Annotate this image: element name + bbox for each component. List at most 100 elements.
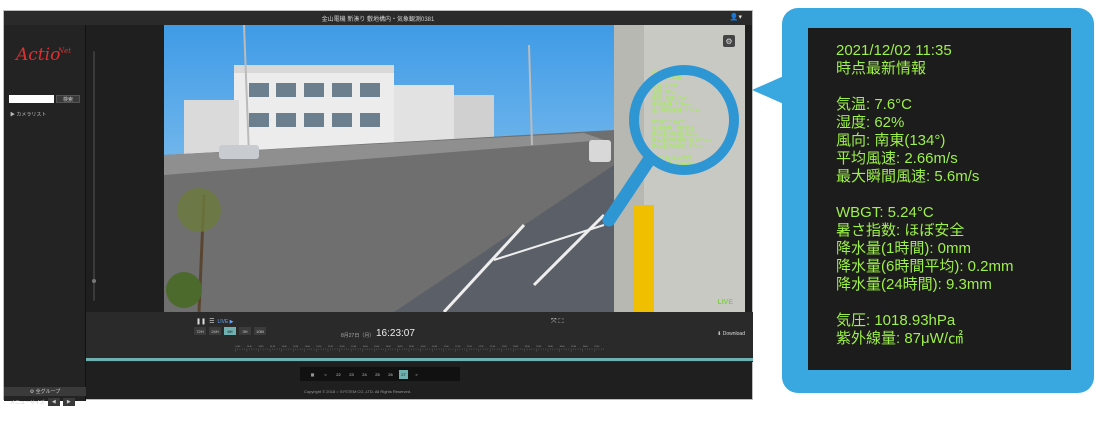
timeline-tick-label: 19:10 (594, 346, 599, 348)
zoom-10m-button[interactable]: 10M (254, 327, 266, 335)
zoom-72h-button[interactable]: 72H (194, 327, 206, 335)
timeline-progress[interactable] (86, 358, 753, 361)
menu-size-prev-button[interactable]: ◀ (47, 398, 60, 406)
zoom-3h-button[interactable]: 3H (239, 327, 251, 335)
pager-prev-button[interactable]: < (321, 370, 330, 379)
time-label: 16:23:07 (376, 328, 415, 339)
timeline-tick-label: 15:30 (340, 346, 345, 348)
timeline-tick-label: 18:50 (571, 346, 576, 348)
timeline-tick-label: 17:40 (490, 346, 495, 348)
svg-text:降水量(24時間): 9.3mm: 降水量(24時間): 9.3mm (652, 143, 704, 150)
menu-size-control: メニューサイズ ◀ ▶ (4, 397, 86, 407)
timeline-tick-label: 14:40 (282, 346, 287, 348)
live-button[interactable]: LIVE ▶ (217, 319, 233, 325)
camera-view[interactable]: 2021/12/02 11:35 時点最新情報 気温: 7.6°C 湿度: 62… (164, 25, 745, 312)
timeline-tick-label: 15:00 (305, 346, 310, 348)
timeline-tick-label: 17:10 (455, 346, 460, 348)
timeline-tick-label: 18:20 (536, 346, 541, 348)
info-line: 暑さ指数: ほぼ安全 (836, 222, 965, 239)
info-line: 気温: 7.6°C (836, 96, 913, 113)
pager-next-button[interactable]: > (412, 370, 421, 379)
timeline-tick-label: 16:10 (386, 346, 391, 348)
search-button[interactable]: 検索 (56, 95, 80, 103)
timeline-tick-label: 15:40 (351, 346, 356, 348)
camera-image: 2021/12/02 11:35 時点最新情報 気温: 7.6°C 湿度: 62… (164, 25, 745, 312)
timeline-tick-label: 14:10 (247, 346, 252, 348)
info-line: 気圧: 1018.93hPa (836, 312, 956, 329)
info-line: 降水量(6時間平均): 0.2mm (836, 258, 1014, 275)
timeline-tick-label: 14:30 (270, 346, 275, 348)
pager: ▦ < 22 23 24 25 26 27 > (300, 367, 460, 381)
info-line: 時点最新情報 (836, 60, 927, 77)
pager-item[interactable]: 23 (347, 370, 356, 379)
info-line: 2021/12/02 11:35 (836, 42, 952, 59)
zoom-buttons: 72H 24H 6H 3H 10M (194, 327, 266, 335)
timeline-tick-label: 17:30 (479, 346, 484, 348)
timeline-tick-label: 17:20 (467, 346, 472, 348)
fullscreen-icon[interactable]: ⤧ ⛶ (551, 318, 563, 326)
gear-icon[interactable]: ⚙ (723, 35, 735, 47)
playback-controls: ❚❚ ☰ LIVE ▶ 72H 24H 6H 3H 10M 8月27日（月） 1… (86, 312, 753, 362)
info-line: 最大瞬間風速: 5.6m/s (836, 168, 980, 185)
search-input[interactable] (9, 95, 54, 103)
date-label: 8月27日（月） (341, 333, 375, 339)
info-line: 風向: 南東(134°) (836, 132, 946, 149)
zoom-6h-button[interactable]: 6H (224, 327, 236, 335)
scrollbar-track[interactable] (93, 51, 95, 301)
menu-size-label: メニューサイズ (10, 399, 45, 406)
app-window: 金山電機 新湊り 敷地構内・気象観測0381 👤▾ Actio Net 検索 ▶… (3, 10, 753, 406)
window-title: 金山電機 新湊り 敷地構内・気象観測0381 (321, 16, 435, 23)
camera-list-toggle[interactable]: ▶ カメラリスト (10, 111, 46, 118)
callout-arrow (752, 75, 786, 105)
calendar-icon[interactable]: ▦ (308, 370, 317, 379)
timeline-tick-label: 16:40 (421, 346, 426, 348)
svg-text:風向: 南東(134°): 風向: 南東(134°) (652, 95, 689, 102)
info-line: 紫外線量: 87μW/㎠ (836, 330, 963, 347)
timeline-tick-label: 18:30 (548, 346, 553, 348)
svg-text:湿度: 62%: 湿度: 62% (652, 89, 675, 96)
timeline-tick-label: 15:50 (363, 346, 368, 348)
timeline-tick-label: 16:50 (432, 346, 437, 348)
download-button[interactable]: ⬇ Download (717, 331, 745, 337)
zoom-24h-button[interactable]: 24H (209, 327, 221, 335)
timeline-tick-label: 16:20 (397, 346, 402, 348)
svg-text:暑さ指数: ほぼ安全: 暑さ指数: ほぼ安全 (652, 125, 695, 132)
copyright: Copyright © 2018 ○ SYSTEM CO.,LTD. All R… (304, 389, 412, 394)
user-icon[interactable]: 👤▾ (730, 13, 742, 21)
timeline-tick-label: 16:00 (374, 346, 379, 348)
timeline-tick-label: 18:40 (560, 346, 565, 348)
scrollbar-thumb[interactable] (92, 279, 96, 283)
list-icon[interactable]: ☰ (209, 318, 214, 325)
timeline-tick-label: 17:00 (444, 346, 449, 348)
svg-text:最大瞬間風速: 5.6m/s: 最大瞬間風速: 5.6m/s (652, 107, 700, 114)
pager-item[interactable]: 22 (334, 370, 343, 379)
pager-item[interactable]: 24 (360, 370, 369, 379)
info-line: 平均風速: 2.66m/s (836, 150, 958, 167)
info-line: 湿度: 62% (836, 114, 905, 131)
svg-text:降水量(6時間平均): 0.2mm: 降水量(6時間平均): 0.2mm (652, 137, 711, 144)
info-panel: 2021/12/02 11:35 時点最新情報 気温: 7.6°C 湿度: 62… (808, 28, 1071, 370)
timeline-tick-label: 16:30 (409, 346, 414, 348)
timeline-tick-label: 17:50 (502, 346, 507, 348)
info-line: WBGT: 5.24°C (836, 204, 934, 221)
timeline-tick-label: 19:00 (583, 346, 588, 348)
svg-text:降水量(1時間): 0mm: 降水量(1時間): 0mm (652, 131, 697, 138)
info-line: 降水量(1時間): 0mm (836, 240, 972, 257)
sidebar: Actio Net 検索 ▶ カメラリスト ⚙ 全グループ メニューサイズ ◀ … (4, 25, 86, 406)
pager-item-active[interactable]: 27 (399, 369, 408, 379)
pager-item[interactable]: 26 (386, 370, 395, 379)
timeline-tick-label: 18:10 (525, 346, 530, 348)
timeline-tick-label: 15:10 (316, 346, 321, 348)
timeline-tick-label: 14:00 (235, 346, 240, 348)
info-line: 降水量(24時間): 9.3mm (836, 276, 992, 293)
pager-item[interactable]: 25 (373, 370, 382, 379)
logo: Actio Net (16, 45, 76, 73)
live-badge: LIVE (717, 299, 733, 306)
pause-icon[interactable]: ❚❚ (196, 318, 206, 325)
title-bar: 金山電機 新湊り 敷地構内・気象観測0381 👤▾ (4, 11, 752, 25)
timeline[interactable]: 14:00 14:10 14:20 14:30 14:40 14:50 15:00 15:10… (86, 344, 753, 354)
play-row: ❚❚ ☰ LIVE ▶ (196, 318, 234, 326)
menu-size-next-button[interactable]: ▶ (62, 398, 75, 406)
timeline-tick-label: 18:00 (513, 346, 518, 348)
group-button[interactable]: ⚙ 全グループ (4, 387, 86, 396)
